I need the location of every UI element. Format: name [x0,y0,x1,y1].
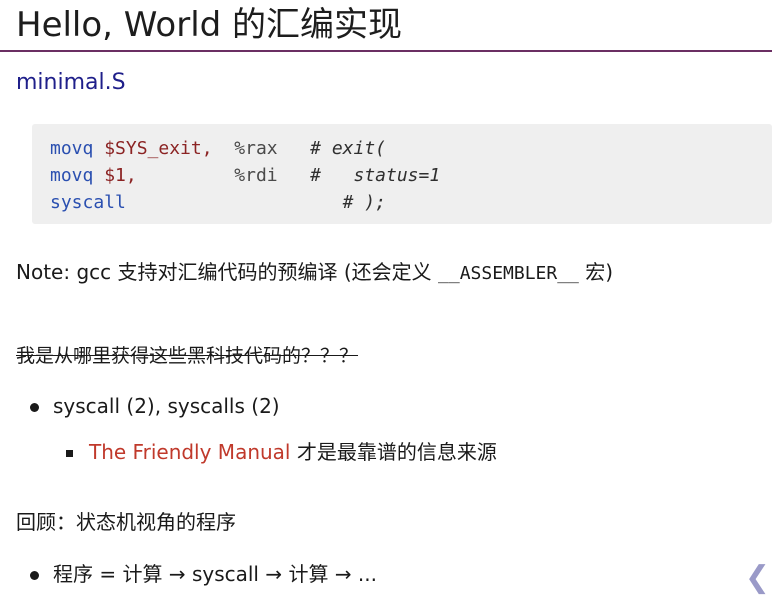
sub-bullet-text: 才是最靠谱的信息来源 [290,440,497,464]
code-reg: %rdi [234,165,278,186]
manual-link[interactable]: The Friendly Manual [89,440,290,464]
slide-title: Hello, World 的汇编实现 [16,5,403,45]
chevron-left-icon[interactable]: ❮ [745,560,770,595]
note-macro: __ASSEMBLER__ [438,263,579,284]
code-block: movq $SYS_exit, %rax # exit( movq $1, %r… [32,124,772,224]
bullet-item-2: 程序 = 计算 → syscall → 计算 → ... [30,558,377,587]
code-line-3: syscall # ); [50,192,386,213]
note-line: Note: gcc 支持对汇编代码的预编译 (还会定义 __ASSEMBLER_… [16,256,613,285]
bullet-text: 程序 = 计算 → syscall → 计算 → ... [53,562,378,586]
file-name: minimal.S [16,70,126,95]
section-heading: 回顾：状态机视角的程序 [16,510,236,534]
code-comment: # ); [342,192,386,213]
struck-question: 我是从哪里获得这些黑科技代码的？？？ [16,345,359,367]
note-prefix: Note: gcc 支持对汇编代码的预编译 (还会定义 [16,260,439,284]
code-op: movq [50,165,94,186]
bullet-item-1: syscall (2), syscalls (2) [30,394,280,418]
code-arg: $1, [104,165,137,186]
code-arg: $SYS_exit, [104,138,213,159]
code-comment: # status=1 [310,165,441,186]
note-suffix: 宏) [578,260,614,284]
bullet-square [66,450,73,457]
code-op: movq [50,138,94,159]
code-line-2: movq $1, %rdi # status=1 [50,165,440,186]
code-comment: # exit( [310,138,386,159]
code-reg: %rax [234,138,278,159]
sub-bullet-item: The Friendly Manual 才是最靠谱的信息来源 [66,436,497,465]
title-divider [0,50,772,52]
bullet-dot [30,403,39,412]
code-line-1: movq $SYS_exit, %rax # exit( [50,138,386,159]
bullet-text: syscall (2), syscalls (2) [53,394,280,418]
bullet-dot [30,571,39,580]
code-op: syscall [50,192,126,213]
